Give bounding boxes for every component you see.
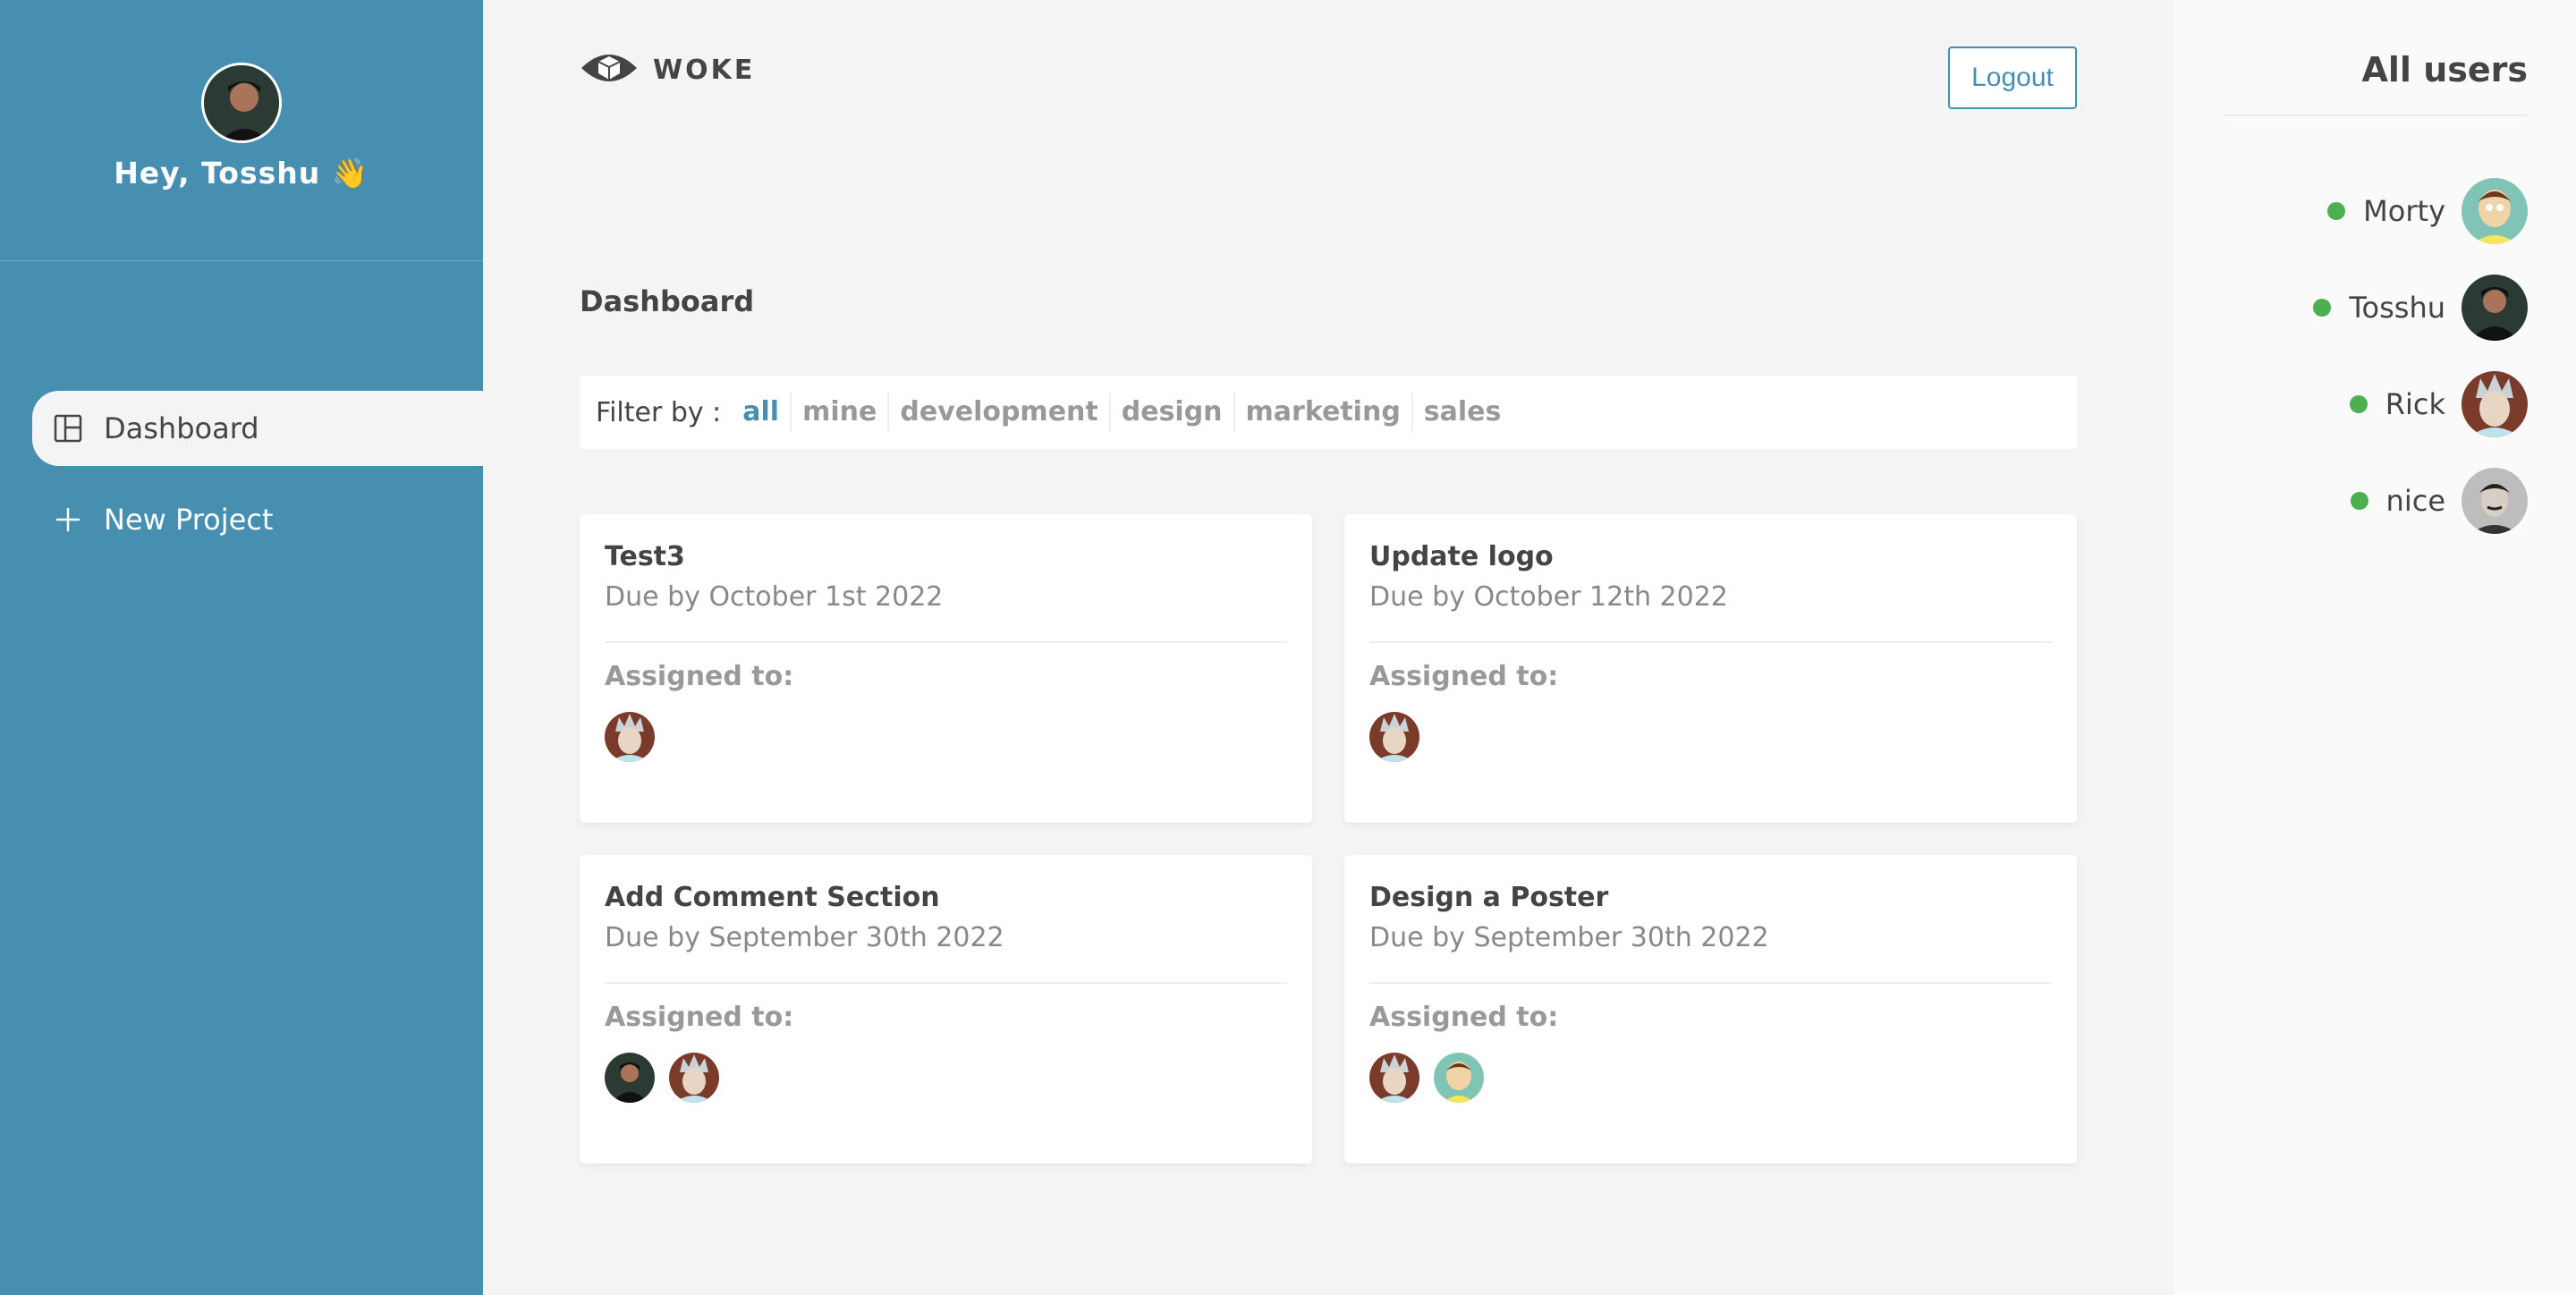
sidebar-item-new-project[interactable]: New Project	[32, 482, 483, 557]
project-title: Test3	[605, 541, 685, 572]
divider	[605, 641, 1287, 643]
user-avatar-tosshu	[2462, 275, 2528, 341]
project-title: Update logo	[1369, 541, 1554, 572]
assignee-list	[1369, 1053, 2052, 1103]
current-user-avatar	[201, 63, 282, 143]
dashboard-icon	[52, 412, 84, 444]
project-due-date: Due by October 12th 2022	[1369, 581, 1728, 613]
assigned-label: Assigned to:	[1369, 1002, 1559, 1033]
sidebar-user-section: Hey, Tosshu 👋	[0, 0, 483, 261]
filter-option-all[interactable]: all	[732, 393, 792, 432]
online-status-dot	[2327, 202, 2346, 220]
divider	[2222, 114, 2528, 116]
assignee-avatar-rick	[1369, 712, 1419, 762]
user-name: Tosshu	[2349, 291, 2445, 325]
eye-logo-icon	[580, 48, 639, 91]
logo-text: WOKE	[653, 54, 756, 86]
filter-option-sales[interactable]: sales	[1413, 393, 1513, 432]
project-list: Test3 Due by October 1st 2022 Assigned t…	[580, 514, 2077, 1164]
user-avatar-rick	[2462, 371, 2528, 437]
assignee-list	[605, 712, 1287, 762]
sidebar-item-dashboard[interactable]: Dashboard	[32, 391, 483, 466]
user-name: nice	[2385, 484, 2445, 518]
sidebar-item-label: Dashboard	[104, 411, 259, 445]
plus-icon	[52, 504, 84, 536]
user-list: Morty Tosshu Rick nice	[2313, 177, 2528, 563]
online-status-dot	[2349, 395, 2368, 413]
assignee-avatar-rick	[669, 1053, 719, 1103]
project-card[interactable]: Test3 Due by October 1st 2022 Assigned t…	[580, 514, 1312, 823]
assignee-avatar-tosshu	[605, 1053, 655, 1103]
filter-label: Filter by :	[596, 396, 722, 428]
main-content: WOKE Logout Dashboard Filter by : all mi…	[483, 0, 2174, 1295]
greeting: Hey, Tosshu 👋	[114, 156, 369, 190]
sidebar-nav: Dashboard New Project	[0, 391, 483, 557]
assigned-label: Assigned to:	[605, 1002, 794, 1033]
project-due-date: Due by September 30th 2022	[1369, 922, 1769, 953]
filter-option-development[interactable]: development	[889, 393, 1111, 432]
user-name: Rick	[2385, 387, 2445, 421]
assignee-list	[1369, 712, 2052, 762]
page-title: Dashboard	[580, 284, 755, 318]
project-due-date: Due by September 30th 2022	[605, 922, 1004, 953]
filter-option-design[interactable]: design	[1111, 393, 1235, 432]
project-card[interactable]: Design a Poster Due by September 30th 20…	[1344, 855, 2077, 1164]
user-item-tosshu[interactable]: Tosshu	[2313, 274, 2528, 342]
assignee-avatar-morty	[1434, 1053, 1484, 1103]
assignee-avatar-rick	[1369, 1053, 1419, 1103]
user-item-rick[interactable]: Rick	[2313, 370, 2528, 438]
online-status-dot	[2313, 299, 2332, 317]
filter-option-marketing[interactable]: marketing	[1235, 393, 1413, 432]
filter-bar: Filter by : all mine development design …	[580, 376, 2077, 449]
user-avatar-nice	[2462, 468, 2528, 534]
project-card[interactable]: Update logo Due by October 12th 2022 Ass…	[1344, 514, 2077, 823]
online-status-dot	[2350, 492, 2368, 510]
users-panel-title: All users	[2361, 50, 2529, 89]
project-title: Design a Poster	[1369, 882, 1609, 913]
filter-option-mine[interactable]: mine	[792, 393, 890, 432]
divider	[1369, 982, 2052, 984]
users-panel: All users Morty Tosshu Rick nice	[2174, 0, 2576, 1295]
assigned-label: Assigned to:	[605, 661, 794, 692]
user-avatar-morty	[2462, 178, 2528, 244]
user-item-morty[interactable]: Morty	[2313, 177, 2528, 245]
sidebar: Hey, Tosshu 👋 Dashboard New Project	[0, 0, 483, 1295]
logo[interactable]: WOKE	[580, 48, 755, 91]
assignee-list	[605, 1053, 1287, 1103]
sidebar-item-label: New Project	[104, 503, 274, 537]
divider	[1369, 641, 2052, 643]
assigned-label: Assigned to:	[1369, 661, 1559, 692]
project-due-date: Due by October 1st 2022	[605, 581, 944, 613]
project-title: Add Comment Section	[605, 882, 940, 913]
assignee-avatar-rick	[605, 712, 655, 762]
user-name: Morty	[2363, 194, 2445, 228]
project-card[interactable]: Add Comment Section Due by September 30t…	[580, 855, 1312, 1164]
divider	[605, 982, 1287, 984]
logout-button[interactable]: Logout	[1948, 47, 2077, 109]
user-item-nice[interactable]: nice	[2313, 467, 2528, 535]
